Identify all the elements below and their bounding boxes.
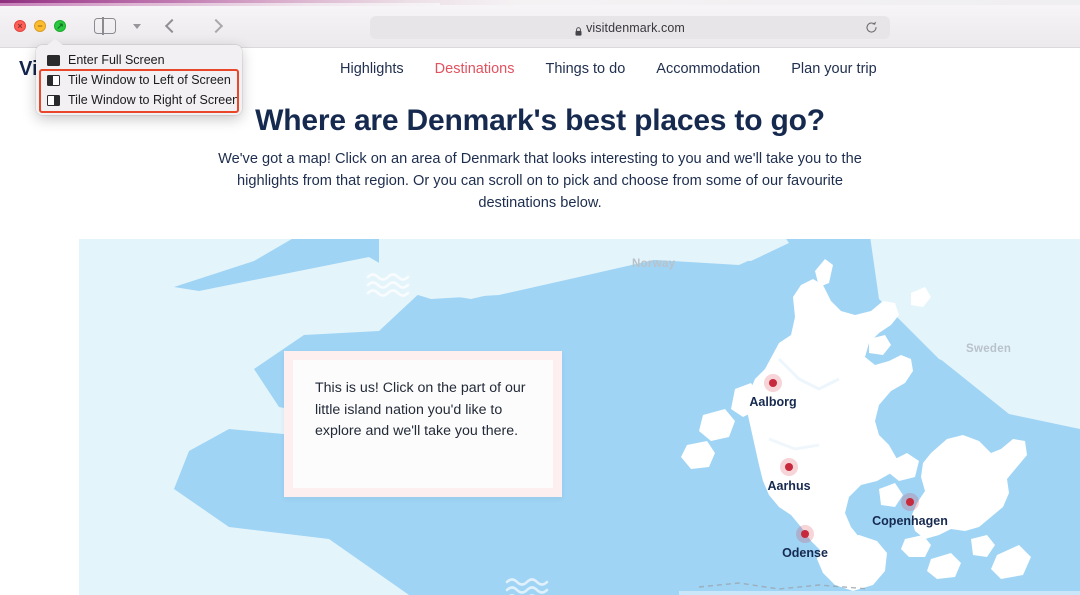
- menu-item-tile-left[interactable]: Tile Window to Left of Screen: [36, 70, 242, 90]
- nav-item-things-to-do[interactable]: Things to do: [545, 61, 625, 77]
- menu-item-label: Tile Window to Left of Screen: [68, 73, 231, 87]
- url-text: visitdenmark.com: [586, 20, 685, 35]
- browser-window: × − ↗ visitdenmark.com Vi Highlights Des…: [0, 0, 1080, 595]
- chevron-down-icon[interactable]: [133, 23, 141, 29]
- maximize-button[interactable]: ↗: [54, 20, 66, 32]
- forward-arrow-icon[interactable]: [208, 18, 224, 34]
- map-callout-inner: This is us! Click on the part of our lit…: [293, 360, 553, 488]
- city-label: Aarhus: [767, 479, 811, 493]
- sidebar-icon[interactable]: [94, 17, 116, 35]
- map-callout: This is us! Click on the part of our lit…: [284, 351, 562, 497]
- browser-toolbar: × − ↗ visitdenmark.com: [0, 4, 1080, 48]
- address-bar[interactable]: visitdenmark.com: [370, 16, 890, 39]
- close-icon: ×: [17, 20, 23, 31]
- city-label: Copenhagen: [872, 514, 948, 528]
- main-navigation: Highlights Destinations Things to do Acc…: [340, 61, 877, 77]
- close-button[interactable]: ×: [14, 20, 26, 32]
- menu-item-tile-right[interactable]: Tile Window to Right of Screen: [36, 90, 242, 110]
- page-subtitle: We've got a map! Click on an area of Den…: [218, 151, 862, 211]
- menu-pointer: [46, 39, 64, 46]
- map-pin-icon: [901, 493, 919, 511]
- map-pin-icon: [796, 525, 814, 543]
- denmark-map[interactable]: [79, 239, 1080, 595]
- wave-decoration-2: [505, 577, 551, 595]
- full-screen-icon: [47, 54, 60, 66]
- nav-item-highlights[interactable]: Highlights: [340, 61, 404, 77]
- menu-item-label: Tile Window to Right of Screen: [68, 93, 240, 107]
- map-callout-text: This is us! Click on the part of our lit…: [315, 380, 526, 439]
- minimize-icon: −: [37, 20, 43, 31]
- map-pin-icon: [780, 458, 798, 476]
- map-graphic: [79, 239, 1080, 595]
- tile-left-icon: [47, 74, 60, 86]
- lock-icon: [575, 23, 582, 36]
- window-accent-highlight: [0, 3, 440, 6]
- nav-item-plan-your-trip[interactable]: Plan your trip: [791, 61, 876, 77]
- menu-item-enter-full-screen[interactable]: Enter Full Screen: [36, 50, 242, 70]
- tile-right-icon: [47, 94, 60, 106]
- wave-decoration-1: [366, 272, 412, 298]
- menu-item-label: Enter Full Screen: [68, 53, 165, 67]
- nav-item-destinations[interactable]: Destinations: [435, 61, 515, 77]
- city-label: Odense: [782, 546, 828, 560]
- country-label-norway: Norway: [632, 258, 676, 270]
- country-label-sweden: Sweden: [966, 343, 1012, 355]
- map-pin-icon: [764, 374, 782, 392]
- back-arrow-icon[interactable]: [164, 18, 180, 34]
- maximize-icon: ↗: [56, 20, 64, 31]
- minimize-button[interactable]: −: [34, 20, 46, 32]
- reload-icon[interactable]: [865, 21, 878, 34]
- window-options-menu: Enter Full Screen Tile Window to Left of…: [36, 45, 242, 115]
- city-label: Aalborg: [749, 395, 797, 409]
- nav-item-accommodation[interactable]: Accommodation: [656, 61, 760, 77]
